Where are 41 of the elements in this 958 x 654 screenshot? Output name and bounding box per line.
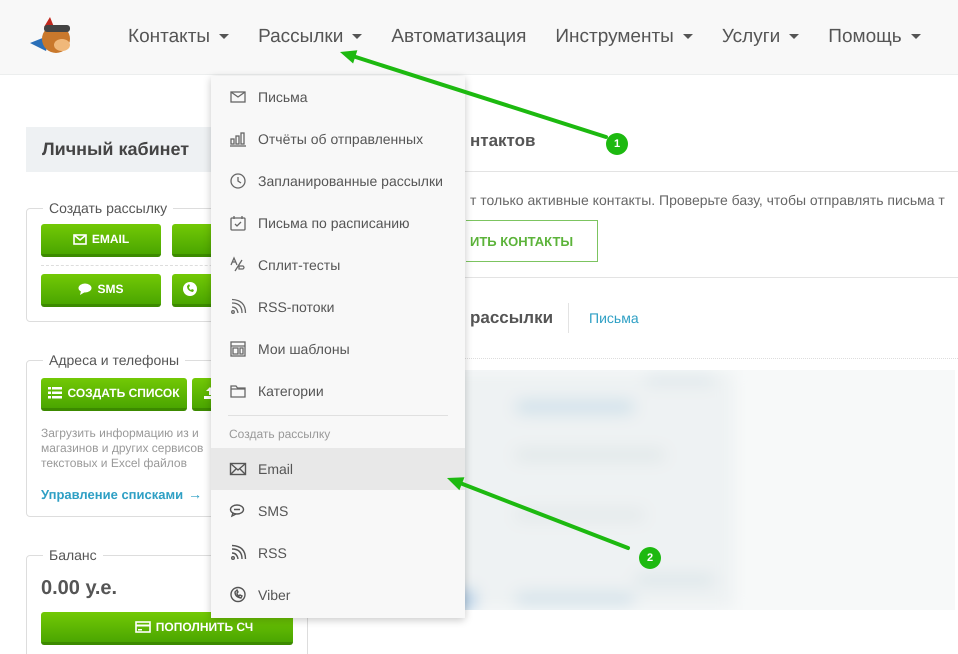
- rss-icon: [229, 298, 247, 316]
- menu-item[interactable]: Мои шаблоны: [211, 328, 465, 370]
- template-icon: [229, 340, 247, 358]
- envelope-icon: [72, 234, 87, 244]
- menu-item[interactable]: Email: [211, 448, 465, 490]
- notice-text: т только активные контакты. Проверьте базу, чтобы отправлять письма т: [470, 192, 945, 208]
- rss-icon: [229, 544, 247, 562]
- card-legend: Создать рассылку: [43, 200, 174, 216]
- step-badge: 1: [606, 133, 628, 155]
- card-legend: Адреса и телефоны: [43, 352, 186, 368]
- menu-item[interactable]: Письма по расписанию: [211, 202, 465, 244]
- nav-menu-item[interactable]: Услуги: [722, 26, 780, 48]
- nav-menu-item[interactable]: Рассылки: [258, 26, 344, 48]
- balance-amount: 0.00 у.е.: [41, 577, 118, 600]
- menu-item[interactable]: Письма: [211, 76, 465, 118]
- chat-icon: [229, 502, 247, 520]
- menu-item[interactable]: RSS: [211, 532, 465, 574]
- bars-icon: [229, 130, 247, 148]
- menu-item[interactable]: SMS: [211, 490, 465, 532]
- hint-text: Загрузить информацию из и магазинов и других сервисов текстовых и Excel файлов: [41, 426, 204, 471]
- clock-icon: [229, 172, 247, 190]
- phone-icon: [182, 281, 198, 297]
- calendar-icon: [229, 214, 247, 232]
- nav-menu-item[interactable]: Автоматизация: [391, 26, 526, 48]
- menu-section-title: Создать рассылку: [228, 426, 332, 443]
- nav-menu-item[interactable]: Помощь: [828, 26, 902, 48]
- nav-menu-item[interactable]: Инструменты: [555, 26, 674, 48]
- chat-icon: [78, 283, 92, 295]
- menu-item[interactable]: Сплит-тесты: [211, 244, 465, 286]
- menu-item[interactable]: RSS-потоки: [211, 286, 465, 328]
- nav-menu-item[interactable]: Контакты: [128, 26, 210, 48]
- arrow-text: →: [188, 486, 202, 502]
- split-icon: [229, 256, 247, 274]
- menu-item[interactable]: Категории: [211, 370, 465, 412]
- section-title: рассылки: [470, 308, 554, 328]
- phone-icon: [229, 586, 247, 604]
- list-icon: [48, 387, 62, 399]
- envelope-icon: [229, 460, 247, 478]
- section-title: нтактов: [470, 131, 536, 151]
- card-legend: Баланс: [43, 547, 103, 563]
- card-icon: [134, 621, 151, 633]
